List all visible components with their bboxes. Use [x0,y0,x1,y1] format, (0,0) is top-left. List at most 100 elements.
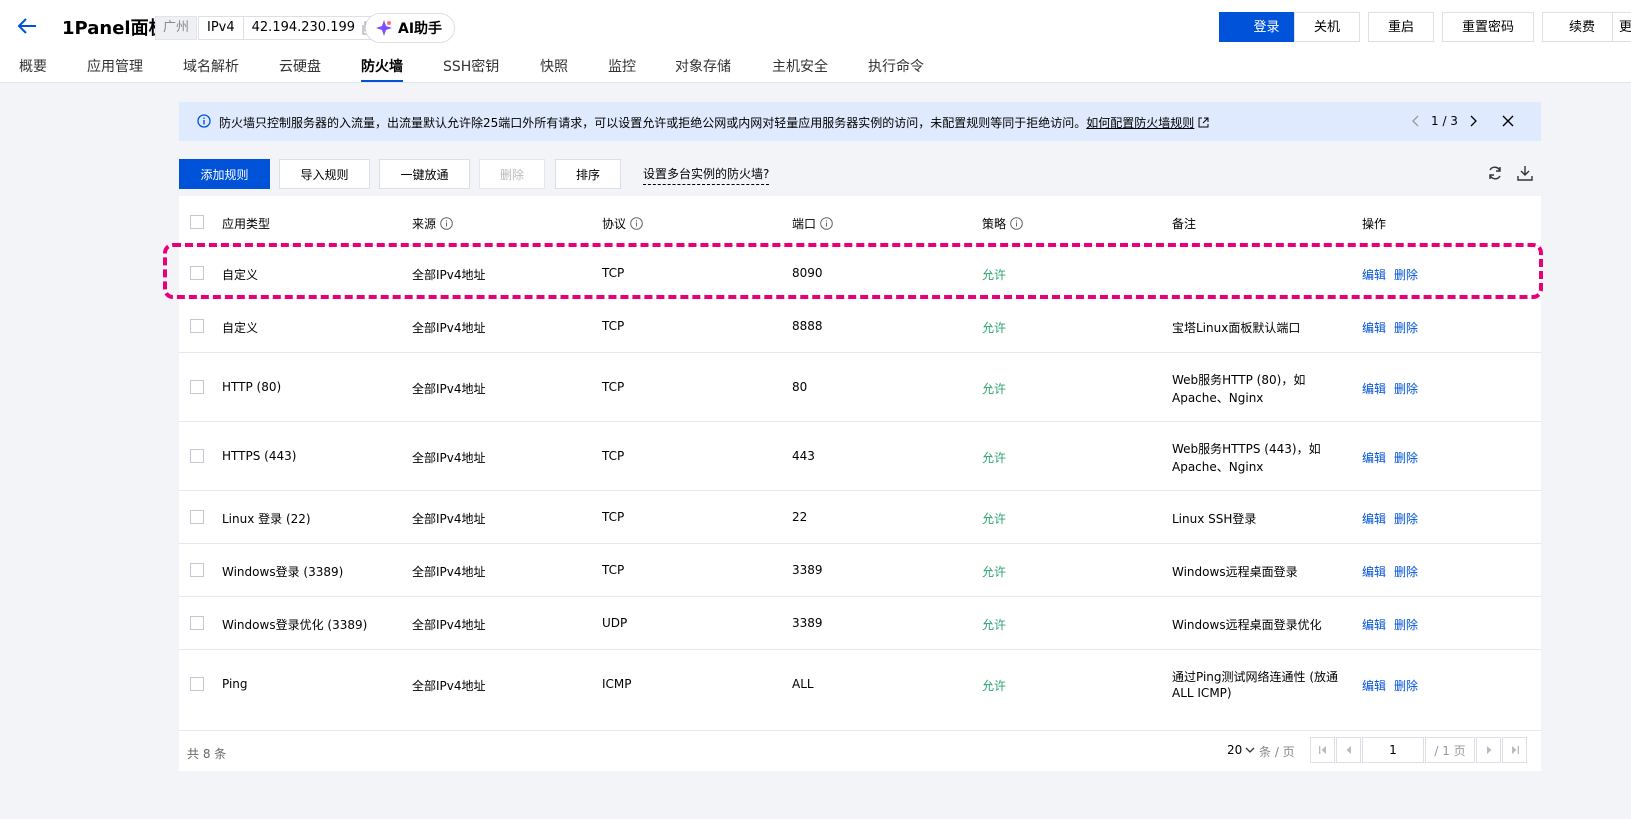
cell-policy: 允许 [982,679,1007,693]
col-header-port: 端口 [792,215,833,232]
shutdown-button[interactable]: 关机 [1294,12,1360,42]
cell-policy: 允许 [982,268,1007,282]
refresh-icon[interactable] [1487,165,1503,181]
tab-app-management[interactable]: 应用管理 [87,56,143,82]
more-button[interactable]: 更 [1612,12,1631,42]
edit-rule-link[interactable]: 编辑 [1362,266,1386,283]
cell-note: Web服务HTTP (80)，如 [1172,373,1306,387]
cell-port: 8888 [792,319,823,333]
notice-text-wrap: 防火墙只控制服务器的入流量，出流量默认允许除25端口外所有请求，可以设置允许或拒… [219,114,1209,131]
cell-note-line2: Apache、Nginx [1172,391,1264,405]
cell-type: Windows登录优化 (3389) [222,618,368,632]
cell-protocol: TCP [602,319,625,333]
row-checkbox[interactable] [190,677,204,691]
col-header-actions: 操作 [1362,217,1387,231]
ip-address: 42.194.230.199 [251,20,356,35]
cell-port: 8090 [792,266,823,280]
cell-type: Windows登录 (3389) [222,565,344,579]
cell-protocol: TCP [602,563,625,577]
external-link-icon [1198,117,1209,128]
back-arrow-icon[interactable] [16,14,38,38]
cell-policy: 允许 [982,382,1007,396]
row-divider [179,596,1541,597]
row-checkbox[interactable] [190,266,204,280]
row-divider [179,298,1541,299]
tab-firewall[interactable]: 防火墙 [361,56,403,82]
edit-rule-link[interactable]: 编辑 [1362,616,1386,633]
help-circle-icon[interactable] [1010,217,1023,230]
table-footer: 共 8 条 20 条 / 页 1 / 1 页 [179,730,1541,772]
page-size-select[interactable]: 20 [1227,743,1255,757]
download-icon[interactable] [1517,165,1533,181]
chevron-left-icon[interactable] [1411,115,1421,127]
tab-cloud-disk[interactable]: 云硬盘 [279,56,321,82]
add-rule-button[interactable]: 添加规则 [179,159,270,189]
reset-password-button[interactable]: 重置密码 [1442,12,1534,42]
allow-all-button[interactable]: 一键放通 [379,159,470,189]
delete-rule-link[interactable]: 删除 [1394,319,1418,336]
row-checkbox[interactable] [190,563,204,577]
chevron-right-icon[interactable] [1468,115,1478,127]
edit-rule-link[interactable]: 编辑 [1362,319,1386,336]
delete-rules-button[interactable]: 删除 [479,159,545,189]
firewall-rules-table: 应用类型 来源 协议 端口 策略 备注 操作 自定义 全部IPv4地址 TCP … [179,196,1541,771]
last-page-button[interactable] [1502,737,1527,763]
cell-port: 3389 [792,616,823,630]
delete-rule-link[interactable]: 删除 [1394,266,1418,283]
page-number-input[interactable]: 1 [1362,737,1424,763]
firewall-help-link[interactable]: 如何配置防火墙规则 [1086,116,1194,130]
first-page-button[interactable] [1310,737,1335,763]
delete-rule-link[interactable]: 删除 [1394,510,1418,527]
close-icon[interactable] [1502,115,1514,127]
tab-monitor[interactable]: 监控 [608,56,636,82]
tab-snapshot[interactable]: 快照 [540,56,568,82]
tab-run-command[interactable]: 执行命令 [868,56,924,82]
col-header-policy: 策略 [982,215,1023,232]
top-bar: 1Panel面板 广州 IPv4 42.194.230.199 AI助手 登录 … [0,0,1631,83]
cell-note: Linux SSH登录 [1172,512,1257,526]
row-checkbox[interactable] [190,449,204,463]
cell-policy: 允许 [982,565,1007,579]
firewall-notice: 防火墙只控制服务器的入流量，出流量默认允许除25端口外所有请求，可以设置允许或拒… [179,102,1541,141]
cell-note: Windows远程桌面登录优化 [1172,618,1322,632]
edit-rule-link[interactable]: 编辑 [1362,677,1386,694]
cell-port: ALL [792,677,814,691]
row-divider [179,543,1541,544]
cell-note-line2: ALL ICMP) [1172,686,1232,700]
help-circle-icon[interactable] [630,217,643,230]
restart-button[interactable]: 重启 [1368,12,1434,42]
tab-ssh-keys[interactable]: SSH密钥 [443,56,499,82]
cell-source: 全部IPv4地址 [412,679,486,693]
ai-assistant-button[interactable]: AI助手 [365,13,456,43]
sort-button[interactable]: 排序 [555,159,621,189]
import-rules-button[interactable]: 导入规则 [279,159,370,189]
renew-button[interactable]: 续费 [1542,12,1622,42]
multi-instance-firewall-link[interactable]: 设置多台实例的防火墙? [643,165,770,185]
edit-rule-link[interactable]: 编辑 [1362,380,1386,397]
edit-rule-link[interactable]: 编辑 [1362,563,1386,580]
tab-object-storage[interactable]: 对象存储 [675,56,731,82]
edit-rule-link[interactable]: 编辑 [1362,510,1386,527]
row-checkbox[interactable] [190,510,204,524]
ip-type-label: IPv4 [199,17,244,39]
row-checkbox[interactable] [190,319,204,333]
prev-page-button[interactable] [1336,737,1361,763]
row-checkbox[interactable] [190,380,204,394]
next-page-button[interactable] [1476,737,1501,763]
delete-rule-link[interactable]: 删除 [1394,449,1418,466]
tab-host-security[interactable]: 主机安全 [772,56,828,82]
help-circle-icon[interactable] [820,217,833,230]
delete-rule-link[interactable]: 删除 [1394,677,1418,694]
tab-domain[interactable]: 域名解析 [183,56,239,82]
delete-rule-link[interactable]: 删除 [1394,616,1418,633]
tab-overview[interactable]: 概要 [19,56,47,82]
cell-type: HTTP (80) [222,380,282,394]
help-circle-icon[interactable] [440,217,453,230]
edit-rule-link[interactable]: 编辑 [1362,449,1386,466]
row-checkbox[interactable] [190,616,204,630]
chevron-down-icon [1245,747,1255,753]
notice-pager: 1 / 3 [1411,114,1478,128]
select-all-checkbox[interactable] [190,215,204,229]
delete-rule-link[interactable]: 删除 [1394,563,1418,580]
delete-rule-link[interactable]: 删除 [1394,380,1418,397]
